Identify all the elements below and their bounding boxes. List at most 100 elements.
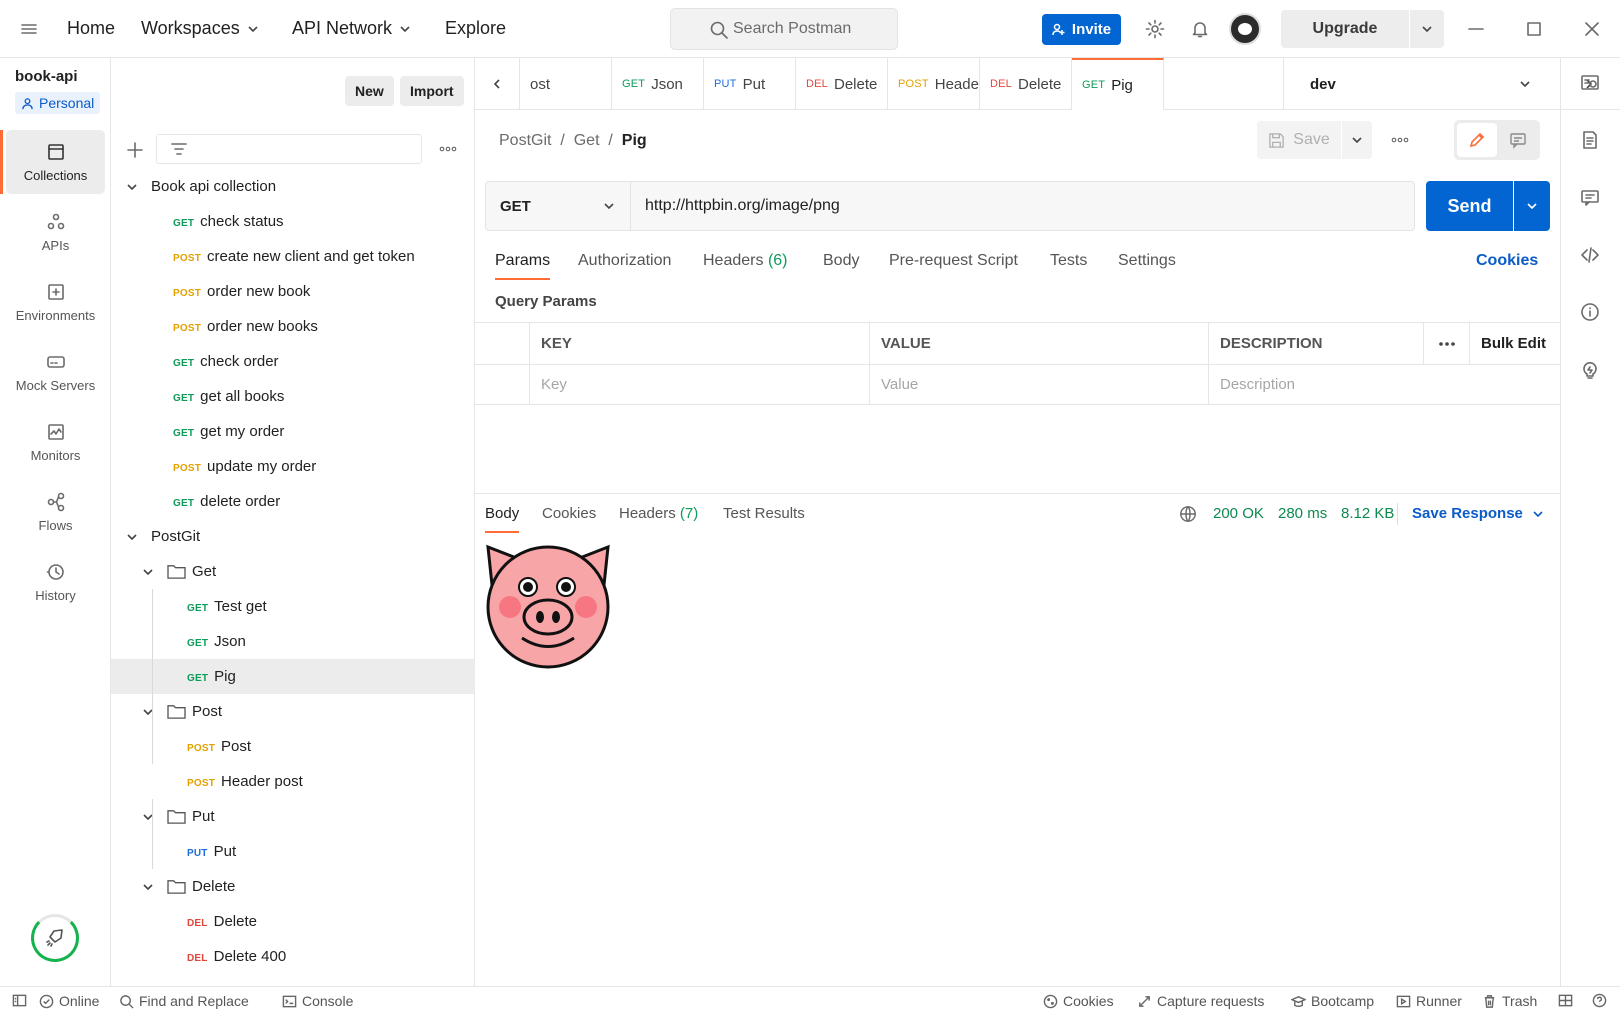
trash[interactable]: Trash xyxy=(1482,993,1537,1009)
globe-icon[interactable] xyxy=(1179,505,1197,523)
maximize-icon[interactable] xyxy=(1524,19,1544,39)
bulk-edit-button[interactable]: Bulk Edit xyxy=(1470,323,1560,364)
chevron-down-icon[interactable] xyxy=(125,180,139,194)
breadcrumb-collection[interactable]: PostGit xyxy=(499,132,551,149)
nav-home[interactable]: Home xyxy=(67,18,115,39)
tab-headers[interactable]: Headers (6) xyxy=(703,252,788,270)
rail-monitors[interactable]: Monitors xyxy=(6,410,105,474)
save-response-button[interactable]: Save Response xyxy=(1412,505,1545,522)
request-item[interactable]: GET get all books xyxy=(111,379,475,414)
table-options[interactable] xyxy=(1424,323,1470,364)
toggle-sidebar[interactable] xyxy=(12,993,27,1008)
find-and-replace[interactable]: Find and Replace xyxy=(119,993,249,1009)
param-value-input[interactable]: Value xyxy=(870,364,1209,405)
nav-workspaces[interactable]: Workspaces xyxy=(141,18,260,39)
request-item[interactable]: GET check order xyxy=(111,344,475,379)
request-tab[interactable]: GET Json xyxy=(612,58,704,110)
tab-authorization[interactable]: Authorization xyxy=(578,252,671,270)
documentation-icon[interactable] xyxy=(1580,130,1600,150)
request-item[interactable]: GET get my order xyxy=(111,414,475,449)
request-tab[interactable]: DEL Delete xyxy=(796,58,888,110)
online-status[interactable]: Online xyxy=(39,993,99,1009)
response-size[interactable]: 8.12 KB xyxy=(1341,505,1394,522)
lightbulb-icon[interactable] xyxy=(1580,360,1600,380)
code-icon[interactable] xyxy=(1580,245,1600,265)
environment-quick-look-icon[interactable] xyxy=(1580,73,1600,93)
filter-collections-input[interactable] xyxy=(156,134,422,164)
tab-tests[interactable]: Tests xyxy=(1050,252,1087,270)
request-item[interactable]: GET Pig xyxy=(111,659,475,694)
onboarding-progress-ring[interactable] xyxy=(31,914,79,962)
request-item[interactable]: GET delete order xyxy=(111,484,475,519)
import-button[interactable]: Import xyxy=(400,76,464,106)
send-dropdown[interactable] xyxy=(1514,181,1550,231)
two-pane-view[interactable] xyxy=(1558,993,1573,1008)
settings-gear-icon[interactable] xyxy=(1145,19,1165,39)
request-more-icon[interactable] xyxy=(1390,135,1410,145)
comment-mode-button[interactable] xyxy=(1498,123,1538,157)
footer-cookies[interactable]: Cookies xyxy=(1043,993,1114,1009)
collection-item[interactable]: Book api collection xyxy=(111,169,475,204)
tab-body[interactable]: Body xyxy=(823,252,859,270)
response-tab-body[interactable]: Body xyxy=(485,505,520,533)
request-item[interactable]: GET check status xyxy=(111,204,475,239)
upgrade-dropdown[interactable] xyxy=(1410,10,1444,48)
info-icon[interactable] xyxy=(1580,302,1600,322)
breadcrumb-folder[interactable]: Get xyxy=(574,132,600,149)
request-tab[interactable]: ost xyxy=(520,58,612,110)
new-button[interactable]: New xyxy=(345,76,394,106)
param-description-input[interactable]: Description xyxy=(1209,364,1560,405)
request-item[interactable]: GET Json xyxy=(111,624,475,659)
save-button[interactable]: Save xyxy=(1257,121,1341,159)
folder-item[interactable]: Get xyxy=(111,554,475,589)
bootcamp[interactable]: Bootcamp xyxy=(1291,993,1374,1009)
breadcrumb-request[interactable]: Pig xyxy=(622,132,647,149)
more-options-icon[interactable] xyxy=(438,144,458,154)
request-item[interactable]: POST order new books xyxy=(111,309,475,344)
url-input[interactable]: http://httpbin.org/image/png xyxy=(645,197,840,215)
send-button[interactable]: Send xyxy=(1426,181,1513,231)
request-item[interactable]: POST update my order xyxy=(111,449,475,484)
request-item[interactable]: POST order new book xyxy=(111,274,475,309)
response-status[interactable]: 200 OK xyxy=(1213,505,1264,522)
response-tab-headers[interactable]: Headers (7) xyxy=(619,505,698,522)
nav-explore[interactable]: Explore xyxy=(445,18,506,39)
request-tab[interactable]: POST Heade xyxy=(888,58,980,110)
search-input[interactable]: Search Postman xyxy=(670,8,898,50)
method-select[interactable]: GET xyxy=(486,182,631,230)
param-key-input[interactable]: Key xyxy=(530,364,870,405)
upgrade-button[interactable]: Upgrade xyxy=(1281,10,1409,48)
request-tab[interactable]: DEL Delete xyxy=(980,58,1072,110)
save-dropdown[interactable] xyxy=(1342,121,1372,159)
request-item[interactable]: POST Post xyxy=(111,729,475,764)
request-item[interactable]: GET Test get xyxy=(111,589,475,624)
folder-item[interactable]: Post xyxy=(111,694,475,729)
response-time[interactable]: 280 ms xyxy=(1278,505,1327,522)
request-item[interactable]: POST create new client and get token xyxy=(111,239,475,274)
cookies-link[interactable]: Cookies xyxy=(1476,252,1538,270)
request-item[interactable]: DEL Delete xyxy=(111,904,475,939)
response-tab-test-results[interactable]: Test Results xyxy=(723,505,805,522)
runner[interactable]: Runner xyxy=(1396,993,1462,1009)
tab-pre-request-script[interactable]: Pre-request Script xyxy=(889,252,1018,270)
rail-environments[interactable]: Environments xyxy=(6,270,105,334)
nav-api-network[interactable]: API Network xyxy=(292,18,412,39)
rail-collections[interactable]: Collections xyxy=(0,130,105,194)
tab-settings[interactable]: Settings xyxy=(1118,252,1176,270)
notifications-bell-icon[interactable] xyxy=(1190,19,1210,39)
rail-mock-servers[interactable]: Mock Servers xyxy=(6,340,105,404)
tab-params[interactable]: Params xyxy=(495,252,551,280)
chevron-down-icon[interactable] xyxy=(141,880,155,894)
comments-icon[interactable] xyxy=(1580,188,1600,208)
request-tab[interactable]: PUT Put xyxy=(704,58,796,110)
request-item[interactable]: PUT Put xyxy=(111,834,475,869)
close-icon[interactable] xyxy=(1582,19,1602,39)
folder-item[interactable]: Delete xyxy=(111,869,475,904)
capture-requests[interactable]: Capture requests xyxy=(1137,993,1264,1009)
tabs-scroll-left[interactable] xyxy=(475,58,520,110)
console[interactable]: Console xyxy=(282,993,353,1009)
collection-item[interactable]: PostGit xyxy=(111,519,475,554)
rail-apis[interactable]: APIs xyxy=(6,200,105,264)
invite-button[interactable]: Invite xyxy=(1042,14,1121,45)
rail-history[interactable]: History xyxy=(6,550,105,614)
